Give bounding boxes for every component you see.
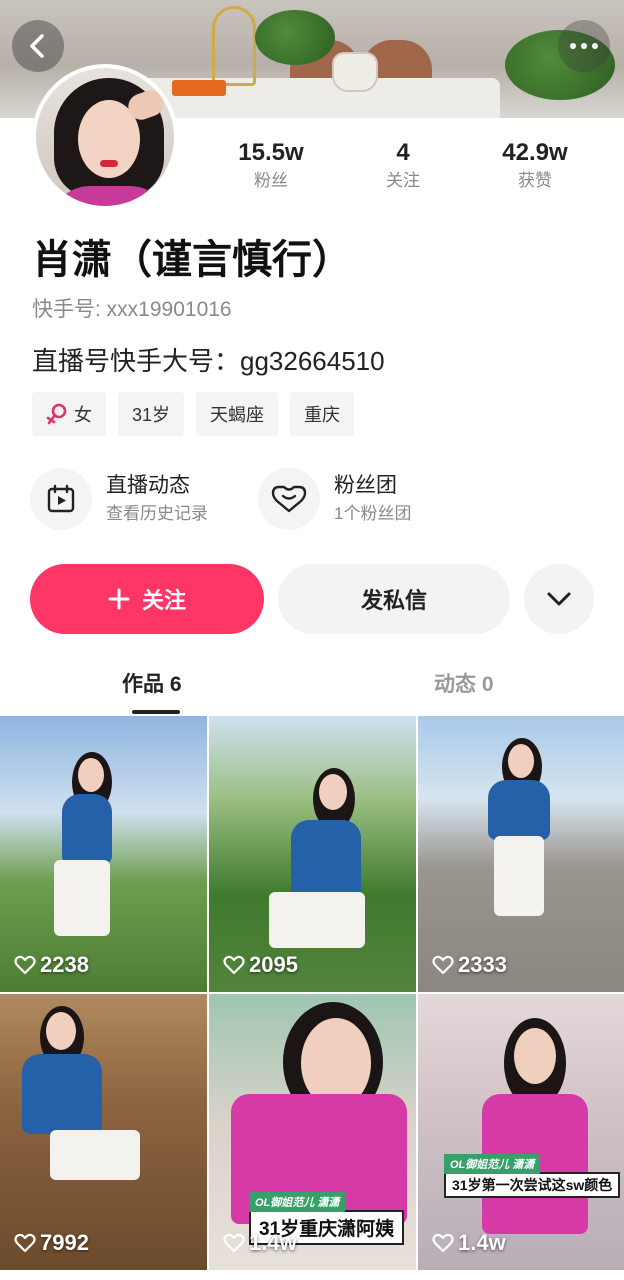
video-thumbnail[interactable]: 2095: [209, 716, 416, 992]
calendar-play-icon: [30, 468, 92, 530]
dot-icon: [581, 43, 587, 49]
like-count: 1.4w: [432, 1230, 506, 1256]
profile-stats: 15.5w 粉丝 4 关注 42.9w 获赞: [0, 138, 624, 202]
video-thumbnail[interactable]: 7992: [0, 994, 207, 1270]
live-history-entry[interactable]: 直播动态 查看历史记录: [30, 468, 208, 530]
video-thumbnail[interactable]: OL御姐范儿 潇潇 31岁第一次尝试这sw颜色 1.4w: [418, 994, 624, 1270]
video-thumbnail[interactable]: 2333: [418, 716, 624, 992]
female-icon: [46, 403, 67, 425]
like-count-value: 2095: [249, 952, 298, 977]
follow-label: 关注: [141, 588, 186, 613]
followers-label: 粉丝: [254, 171, 288, 190]
following-count: 4: [396, 139, 410, 166]
chevron-down-icon: [547, 592, 571, 606]
heart-badge-icon: [258, 468, 320, 530]
expand-button[interactable]: [524, 564, 594, 634]
fan-club-title: 粉丝团: [334, 474, 397, 497]
like-count-value: 2333: [458, 952, 507, 977]
video-caption: OL御姐范儿 潇潇 31岁第一次尝试这sw颜色: [444, 1154, 621, 1198]
back-arrow-icon: [30, 34, 44, 58]
profile-tags: 女 31岁 天蝎座 重庆: [32, 392, 355, 436]
send-message-button[interactable]: 发私信: [278, 564, 510, 634]
heart-icon: [432, 955, 454, 975]
video-caption-text: 31岁第一次尝试这sw颜色: [452, 1177, 613, 1193]
dot-icon: [592, 43, 598, 49]
plus-icon: [108, 588, 130, 610]
live-history-subtitle: 查看历史记录: [106, 504, 208, 523]
followers-stat[interactable]: 15.5w 粉丝: [206, 138, 336, 194]
heart-icon: [14, 955, 36, 975]
dot-icon: [570, 43, 576, 49]
like-count-value: 7992: [40, 1230, 89, 1255]
video-thumbnail[interactable]: 2238: [0, 716, 207, 992]
following-stat[interactable]: 4 关注: [338, 138, 468, 194]
like-count: 1.4w: [223, 1230, 297, 1256]
kuaishou-id[interactable]: 快手号: xxx19901016: [32, 296, 232, 324]
active-tab-indicator: [132, 710, 180, 714]
like-count-value: 1.4w: [249, 1230, 297, 1255]
zodiac-tag: 天蝎座: [196, 392, 279, 436]
video-caption-tag: OL御姐范儿 潇潇: [249, 1192, 346, 1212]
followers-count: 15.5w: [238, 139, 304, 166]
profile-name: 肖潇（谨言慎行）: [32, 238, 352, 282]
heart-icon: [223, 955, 245, 975]
tab-moments[interactable]: 动态 0: [434, 668, 494, 702]
follow-button[interactable]: 关注: [30, 564, 264, 634]
heart-icon: [14, 1233, 36, 1253]
like-count: 2238: [14, 952, 89, 978]
works-grid: 2238 2095 2333 7992 OL御姐范儿 潇潇 31岁重庆潇阿姨 1…: [0, 716, 624, 1270]
gender-tag: 女: [32, 392, 106, 436]
gender-label: 女: [74, 405, 92, 425]
heart-icon: [223, 1233, 245, 1253]
profile-bio: 直播号快手大号：gg32664510: [32, 346, 385, 376]
age-tag: 31岁: [118, 392, 185, 436]
more-options-button[interactable]: [558, 20, 610, 72]
video-caption-tag: OL御姐范儿 潇潇: [444, 1154, 541, 1174]
like-count: 2095: [223, 952, 298, 978]
fan-club-entry[interactable]: 粉丝团 1个粉丝团: [258, 468, 411, 530]
likes-count: 42.9w: [502, 139, 568, 166]
tab-works[interactable]: 作品 6: [122, 668, 182, 702]
fan-club-subtitle: 1个粉丝团: [334, 504, 412, 523]
heart-icon: [432, 1233, 454, 1253]
location-tag: 重庆: [290, 392, 355, 436]
like-count-value: 1.4w: [458, 1230, 506, 1255]
video-thumbnail[interactable]: OL御姐范儿 潇潇 31岁重庆潇阿姨 1.4w: [209, 994, 416, 1270]
like-count-value: 2238: [40, 952, 89, 977]
like-count: 7992: [14, 1230, 89, 1256]
live-history-title: 直播动态: [106, 474, 190, 497]
likes-label: 获赞: [518, 171, 552, 190]
following-label: 关注: [386, 171, 420, 190]
back-button[interactable]: [12, 20, 64, 72]
like-count: 2333: [432, 952, 507, 978]
likes-stat[interactable]: 42.9w 获赞: [470, 138, 600, 194]
